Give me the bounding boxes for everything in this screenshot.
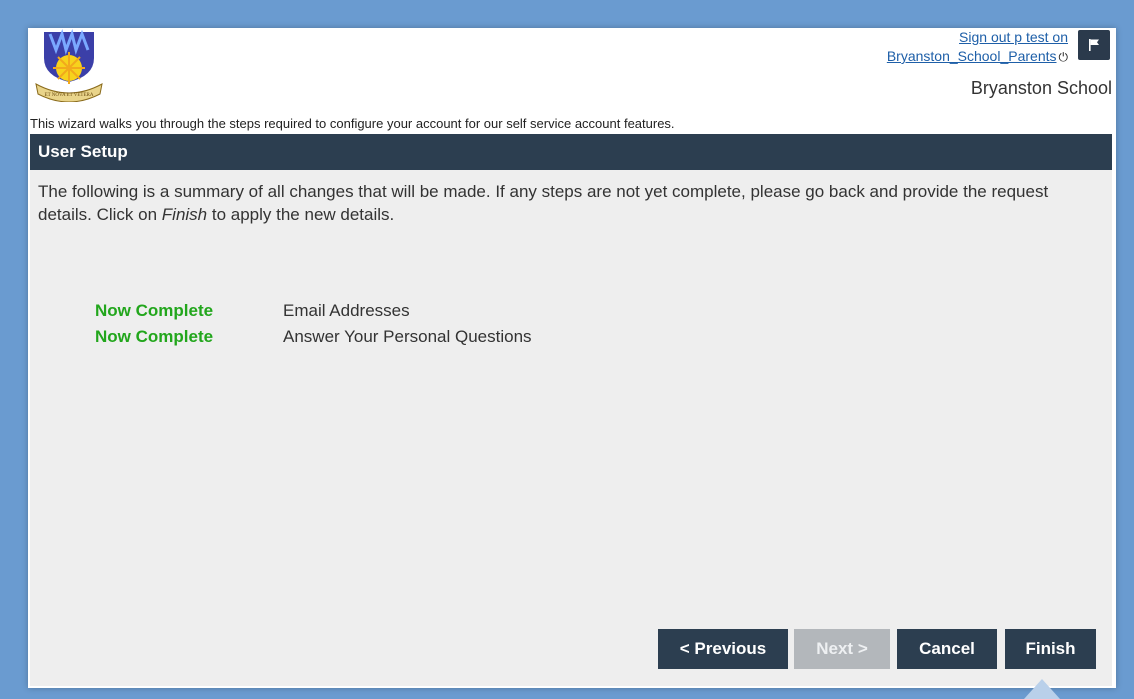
organization-name: Bryanston School: [970, 78, 1112, 98]
cancel-button[interactable]: Cancel: [897, 629, 997, 669]
step-label: Email Addresses: [283, 301, 410, 320]
previous-button[interactable]: < Previous: [658, 629, 788, 669]
top-bar: ET NOVA ET VETERA Sign out p test on Bry…: [28, 28, 1116, 128]
svg-text:ET NOVA ET VETERA: ET NOVA ET VETERA: [45, 93, 94, 98]
status-badge: Now Complete: [95, 301, 214, 320]
school-crest-logo: ET NOVA ET VETERA: [32, 28, 106, 103]
list-item: Now Complete Email Addresses: [95, 298, 532, 324]
wizard-window: ET NOVA ET VETERA Sign out p test on Bry…: [28, 28, 1116, 688]
flag-button[interactable]: [1078, 30, 1110, 60]
step-status-list: Now Complete Email Addresses Now Complet…: [95, 298, 532, 350]
power-icon[interactable]: ⏻: [1059, 50, 1069, 64]
summary-text: The following is a summary of all change…: [38, 182, 1049, 224]
callout-pointer: [1024, 679, 1060, 699]
sign-out-link[interactable]: Sign out p test on: [959, 29, 1068, 45]
finish-emphasis: Finish: [161, 205, 208, 224]
account-links: Sign out p test on Bryanston_School_Pare…: [887, 28, 1068, 67]
flag-icon: [1089, 39, 1099, 51]
list-item: Now Complete Answer Your Personal Questi…: [95, 324, 532, 350]
next-button[interactable]: Next >: [794, 629, 890, 669]
step-label: Answer Your Personal Questions: [283, 327, 532, 346]
wizard-intro-text: This wizard walks you through the steps …: [30, 116, 675, 131]
sign-out-org-link[interactable]: Bryanston_School_Parents: [887, 48, 1057, 64]
panel-body: The following is a summary of all change…: [30, 170, 1112, 686]
status-badge: Now Complete: [95, 327, 214, 346]
finish-button[interactable]: Finish: [1005, 629, 1096, 669]
panel-title: User Setup: [30, 134, 1112, 170]
